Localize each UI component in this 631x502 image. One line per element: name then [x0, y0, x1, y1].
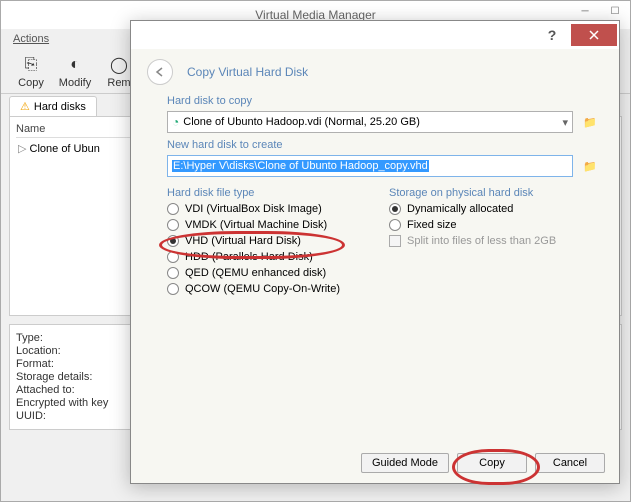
- radio-icon: [167, 203, 179, 215]
- dialog-header: Copy Virtual Hard Disk: [131, 49, 619, 91]
- radio-vhd-label: VHD (Virtual Hard Disk): [185, 235, 301, 247]
- tab-hard-disks[interactable]: ⚠ Hard disks: [9, 96, 97, 116]
- chevron-down-icon: ▾: [562, 116, 568, 129]
- radio-fixed-label: Fixed size: [407, 219, 457, 231]
- toolbar-modify-label: Modify: [59, 77, 91, 89]
- radio-vmdk[interactable]: VMDK (Virtual Machine Disk): [167, 219, 379, 231]
- dialog-titlebar: ?: [131, 21, 619, 49]
- radio-icon: [167, 235, 179, 247]
- dialog-footer: Guided Mode Copy Cancel: [361, 453, 605, 473]
- new-disk-label: New hard disk to create: [167, 139, 601, 151]
- new-disk-path-input[interactable]: E:\Hyper V\disks\Clone of Ubunto Hadoop_…: [167, 155, 573, 177]
- radio-icon: [389, 219, 401, 231]
- copy-wizard-dialog: ? Copy Virtual Hard Disk Hard disk to co…: [130, 20, 620, 484]
- radio-dynamic-label: Dynamically allocated: [407, 203, 513, 215]
- radio-vmdk-label: VMDK (Virtual Machine Disk): [185, 219, 327, 231]
- radio-hdd-label: HDD (Parallels Hard Disk): [185, 251, 313, 263]
- disk-icon: ◔: [172, 115, 179, 129]
- browse-dest-button[interactable]: 📁: [579, 155, 601, 177]
- radio-dynamic[interactable]: Dynamically allocated: [389, 203, 601, 215]
- browse-source-button[interactable]: 📁: [579, 111, 601, 133]
- guided-mode-button[interactable]: Guided Mode: [361, 453, 449, 473]
- radio-hdd[interactable]: HDD (Parallels Hard Disk): [167, 251, 379, 263]
- toolbar-copy-label: Copy: [18, 77, 44, 89]
- section-copy-disk: Hard disk to copy ◔ Clone of Ubunto Hado…: [131, 91, 619, 135]
- filetype-label: Hard disk file type: [167, 187, 379, 199]
- radio-qcow-label: QCOW (QEMU Copy-On-Write): [185, 283, 340, 295]
- radio-vhd[interactable]: VHD (Virtual Hard Disk): [167, 235, 379, 247]
- checkbox-split-label: Split into files of less than 2GB: [407, 235, 556, 247]
- copy-button[interactable]: Copy: [457, 453, 527, 473]
- dialog-close-button[interactable]: [571, 24, 617, 46]
- radio-fixed[interactable]: Fixed size: [389, 219, 601, 231]
- storage-group: Storage on physical hard disk Dynamicall…: [389, 187, 601, 299]
- close-icon: [588, 29, 600, 41]
- radio-icon: [167, 267, 179, 279]
- radio-vdi[interactable]: VDI (VirtualBox Disk Image): [167, 203, 379, 215]
- remove-icon: ◯: [107, 53, 131, 77]
- radio-icon: [167, 219, 179, 231]
- dialog-help-button[interactable]: ?: [533, 24, 571, 46]
- tab-label: Hard disks: [34, 101, 86, 113]
- checkbox-icon: [389, 235, 401, 247]
- back-button[interactable]: [147, 59, 173, 85]
- toolbar-modify-button[interactable]: ◐ Modify: [55, 53, 95, 89]
- modify-icon: ◐: [63, 53, 87, 77]
- maximize-button[interactable]: ☐: [600, 1, 630, 21]
- radio-icon: [389, 203, 401, 215]
- copy-icon: ⎘: [19, 53, 43, 77]
- cancel-button[interactable]: Cancel: [535, 453, 605, 473]
- checkbox-split: Split into files of less than 2GB: [389, 235, 601, 247]
- radio-qcow[interactable]: QCOW (QEMU Copy-On-Write): [167, 283, 379, 295]
- radio-qed-label: QED (QEMU enhanced disk): [185, 267, 326, 279]
- options-row: Hard disk file type VDI (VirtualBox Disk…: [131, 179, 619, 299]
- file-type-group: Hard disk file type VDI (VirtualBox Disk…: [167, 187, 379, 299]
- radio-qed[interactable]: QED (QEMU enhanced disk): [167, 267, 379, 279]
- new-disk-path-value: E:\Hyper V\disks\Clone of Ubunto Hadoop_…: [172, 160, 429, 172]
- folder-icon: 📁: [583, 160, 597, 173]
- dialog-heading: Copy Virtual Hard Disk: [187, 65, 308, 79]
- toolbar-copy-button[interactable]: ⎘ Copy: [11, 53, 51, 89]
- arrow-left-icon: [154, 66, 166, 78]
- storage-label: Storage on physical hard disk: [389, 187, 601, 199]
- toolbar-remove-label: Rem: [107, 77, 130, 89]
- radio-vdi-label: VDI (VirtualBox Disk Image): [185, 203, 322, 215]
- copy-disk-label: Hard disk to copy: [167, 95, 601, 107]
- section-new-disk: New hard disk to create E:\Hyper V\disks…: [131, 135, 619, 179]
- minimize-button[interactable]: ─: [570, 1, 600, 21]
- radio-icon: [167, 251, 179, 263]
- radio-icon: [167, 283, 179, 295]
- folder-up-icon: 📁: [583, 116, 597, 129]
- copy-disk-value: Clone of Ubunto Hadoop.vdi (Normal, 25.2…: [183, 116, 420, 128]
- warning-icon: ⚠: [20, 100, 30, 113]
- copy-disk-combo[interactable]: ◔ Clone of Ubunto Hadoop.vdi (Normal, 25…: [167, 111, 573, 133]
